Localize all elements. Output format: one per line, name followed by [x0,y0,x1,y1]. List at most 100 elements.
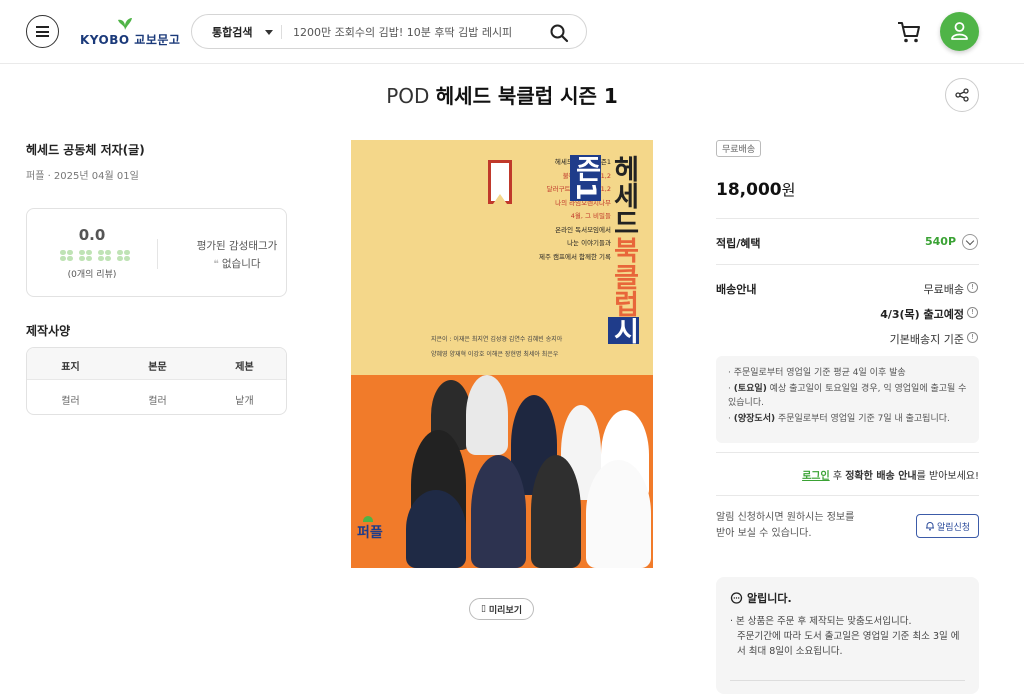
emotion-tag-text: 없습니다 [221,258,261,270]
chevron-down-icon[interactable] [962,234,978,250]
alert-description: 알림 신청하시면 원하시는 정보를 받아 보실 수 있습니다. [716,512,855,539]
clover-icon [79,250,92,261]
clover-icon [60,250,73,261]
notice-text: 주문일로부터 영업일 기준 7일 내 출고됩니다. [775,414,950,424]
spec-header-cell: 본문 [148,362,167,373]
notice-bold: (양장도서) [733,414,776,424]
alert-subscribe-button[interactable]: 알림신청 [916,514,979,538]
notice-line: · (양장도서) 주문일로부터 영업일 기준 7일 내 출고됩니다. [728,414,950,424]
cover-line: 온라인 독서모임에서 [555,225,611,234]
preview-button[interactable]: ▯ 미리보기 [469,598,534,620]
kyobo-logo[interactable]: KYOBO 교보문고 [80,17,180,47]
login-link[interactable]: 로그인 [802,471,830,482]
title-text: 헤세드 북클럽 시즌 1 [435,84,618,108]
book-open-icon: ▯ [480,604,486,614]
announcement-line: 주문기간에 따라 도서 출고일은 영업일 기준 최소 3일 에서 최대 8일이 … [737,631,960,657]
notice-line: · (토요일) 예상 출고일이 토요일일 경우, 익 영업일에 출고될 수 있습… [728,384,967,408]
delivery-address-basis[interactable]: 기본배송지 기준 [890,331,964,347]
search-icon[interactable] [549,23,569,43]
divider [716,452,979,453]
divider [716,495,979,496]
spec-header-row: 표지 본문 제본 [27,348,286,380]
share-icon [955,88,969,102]
delivery-date: 4/3(목) 출고예정 [880,306,964,322]
cover-bookmark-icon [488,160,512,204]
cover-title-part: 북클럽 [608,236,639,317]
divider [716,218,979,219]
spec-table: 표지 본문 제본 컬러 컬러 낱개 [26,347,287,415]
cover-line: 제주 캠프에서 함께한 기록 [539,252,611,261]
cover-group-photo [406,360,651,568]
spec-value-cell: 낱개 [235,396,254,407]
clover-icon [98,250,111,261]
title-prefix: POD [386,84,430,108]
login-prompt: 로그인 후 정확한 배송 안내를 받아보세요! [716,467,979,482]
delivery-notice-box: · 주문일로부터 영업일 기준 평균 4일 이후 발송 · (토요일) 예상 출… [716,356,979,443]
delivery-type: 무료배송 [923,283,964,296]
announcement-line: · 본 상품은 주문 후 제작되는 맞춤도서입니다. [730,616,912,627]
preview-label: 미리보기 [488,605,523,616]
info-icon[interactable]: ! [967,332,978,343]
quote-icon: ❝ [213,259,219,270]
cover-authors-line: 지은이 : 이재은 최지연 김성경 김연수 김혜빈 송지아 [431,336,563,343]
speech-bubble-icon [730,591,743,604]
announcement-title: 알립니다. [747,592,792,605]
review-count[interactable]: (0개의 리뷰) [27,267,157,280]
delivery-label: 배송안내 [716,283,757,296]
chevron-down-icon[interactable] [265,30,273,35]
author-link[interactable]: 헤세드 공동체 저자(글) [26,141,145,158]
emotion-tag-line2: ❝ 없습니다 [157,256,317,271]
announcement-heading: 알립니다. [730,590,965,606]
cover-title-part: 헤세드 [608,155,639,236]
cover-authors: 지은이 : 이재은 최지연 김성경 김연수 김혜빈 송지아 양혜영 양재혁 이강… [431,332,631,362]
hamburger-icon [36,26,49,37]
cart-icon[interactable] [896,19,922,45]
points-value: 540P [925,235,957,248]
search-category-select[interactable]: 통합검색 [212,24,252,40]
site-header: KYOBO 교보문고 통합검색 [0,0,1024,64]
spec-header-cell: 표지 [61,362,80,373]
alert-button-label: 알림신청 [936,522,971,533]
bell-icon [925,522,934,531]
share-button[interactable] [945,78,979,112]
rating-box: 0.0 (0개의 리뷰) 평가된 감성태그가 ❝ 없습니다 [26,208,287,297]
info-icon[interactable]: ! [967,307,978,318]
product-title: POD 헤세드 북클럽 시즌 1 [0,80,1004,109]
search-bar: 통합검색 [191,14,587,49]
spec-value-cell: 컬러 [148,396,167,407]
login-mid: 후 [829,471,846,482]
spec-header-cell: 제본 [235,362,254,373]
login-end: 를 받아보세요! [916,471,979,482]
divider [730,680,965,681]
divider [716,264,979,265]
info-icon[interactable]: ! [967,282,978,293]
announcement-box: 알립니다. · 본 상품은 주문 후 제작되는 맞춤도서입니다. 주문기간에 따… [716,577,979,694]
cover-publisher: 퍼플 [357,525,383,541]
price: 18,000원 [716,179,795,200]
publisher-date: 퍼플 · 2025년 04월 01일 [26,171,139,182]
spec-value-cell: 컬러 [61,396,80,407]
book-cover-image[interactable]: 헤세드 북클럽 시즌1 불편한 편의점1,2 달러구트 꿈 백화점 1,2 나의… [351,140,653,568]
rating-score: 0.0 [78,226,106,244]
menu-button[interactable] [26,15,59,48]
logo-leaf-icon [118,18,132,30]
login-bold: 정확한 배송 안내 [845,471,917,482]
cover-line: 나눈 이야기들과 [567,239,611,247]
price-value: 18,000 [716,180,782,200]
cover-line: 4월, 그 비밀들 [570,212,611,220]
delivery-date-text: 4/3(목) 출고예정 [880,308,964,321]
user-avatar-button[interactable] [940,12,979,51]
user-icon [951,22,968,40]
free-shipping-badge: 무료배송 [716,140,762,157]
notice-line: · 주문일로부터 영업일 기준 평균 4일 이후 발송 [728,368,906,378]
notice-bold: (토요일) [733,384,767,394]
search-input[interactable] [293,23,533,41]
clover-icon [117,250,130,261]
emotion-tag-line1: 평가된 감성태그가 [196,240,278,252]
price-currency: 원 [781,181,796,199]
rating-clovers [60,250,130,261]
spec-title: 제작사양 [26,324,71,338]
search-divider [281,25,282,39]
benefit-label: 적립/혜택 [716,237,761,250]
logo-text: KYOBO 교보문고 [80,33,181,47]
